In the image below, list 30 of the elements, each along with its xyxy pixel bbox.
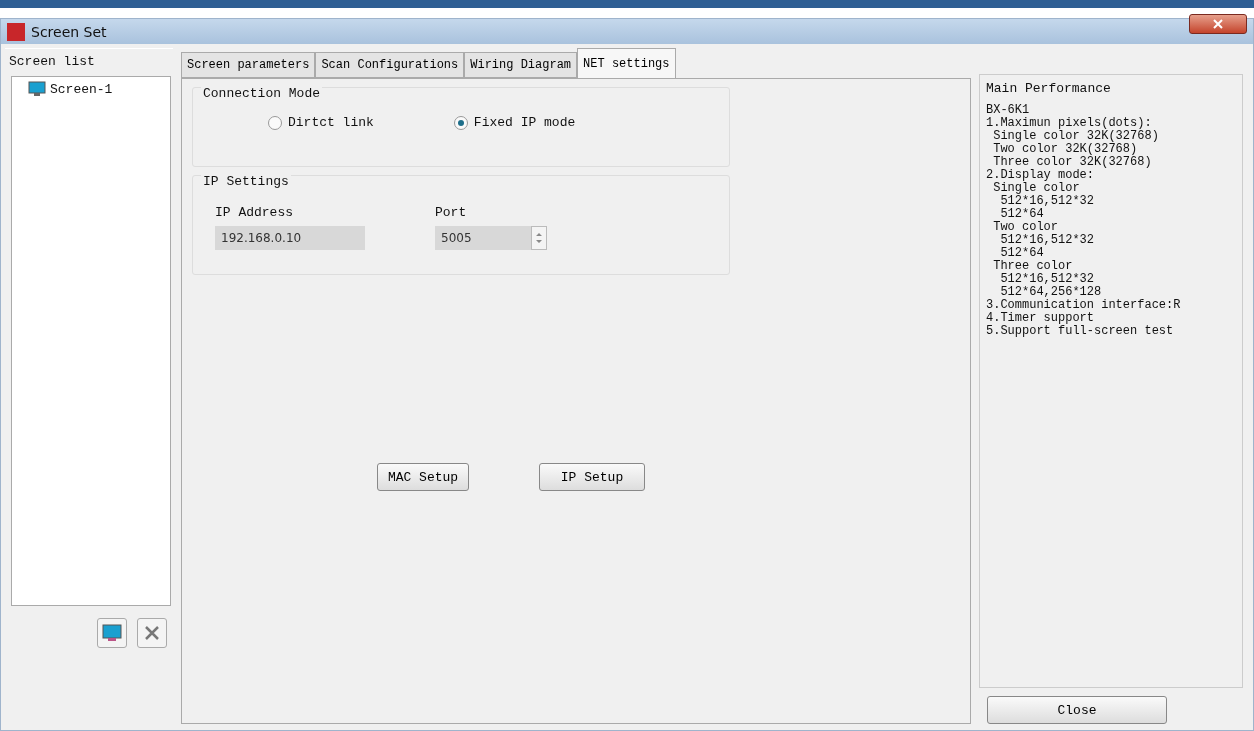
- close-button[interactable]: Close: [987, 696, 1167, 724]
- close-window-button[interactable]: [1189, 13, 1247, 34]
- delete-button[interactable]: [137, 618, 167, 648]
- screen-list-title: Screen list: [5, 48, 173, 73]
- monitor-icon: [102, 624, 122, 642]
- field-label: IP Address: [215, 205, 294, 220]
- radio-button[interactable]: [268, 115, 282, 130]
- panel-title: Main Performance: [986, 81, 1112, 96]
- monitor-icon: [28, 81, 46, 97]
- radio-option[interactable]: Dirtct link: [268, 115, 374, 130]
- tab[interactable]: NET settings: [577, 48, 676, 78]
- window-title: Screen Set: [31, 23, 108, 40]
- tab[interactable]: Screen parameters: [181, 52, 316, 78]
- close-icon: [1213, 18, 1223, 29]
- delete-icon: [144, 625, 160, 641]
- spinner-arrows-icon[interactable]: [531, 226, 547, 250]
- group-title: IP Settings: [201, 174, 291, 189]
- app-logo-icon: [7, 22, 25, 41]
- radio-option[interactable]: Fixed IP mode: [453, 115, 576, 130]
- setup-button[interactable]: MAC Setup: [377, 463, 469, 491]
- add-screen-button[interactable]: [97, 618, 127, 648]
- screen-list-item[interactable]: Screen-1: [16, 81, 166, 97]
- tab[interactable]: Scan Configurations: [315, 52, 465, 78]
- performance-text: BX-6K1 1.Maximun pixels(dots): Single color 32K(32768) Two color 32K(32768) Three color 32K(32768) 2.Display mode: Single color 512*16,512*32 512*64 Two color 512*16,512*32 512*64 Three color 512*16,512*32 512*64,256*128 3.Communication interface:R 4.Timer support 5.Support full-screen test: [986, 104, 1182, 338]
- tab[interactable]: Wiring Diagram: [464, 52, 578, 78]
- ip-address-field[interactable]: 192.168.0.10: [215, 226, 365, 250]
- radio-button[interactable]: [453, 115, 468, 130]
- setup-button[interactable]: IP Setup: [539, 463, 645, 491]
- port-field[interactable]: 5005: [435, 226, 531, 250]
- field-label: Port: [435, 205, 468, 220]
